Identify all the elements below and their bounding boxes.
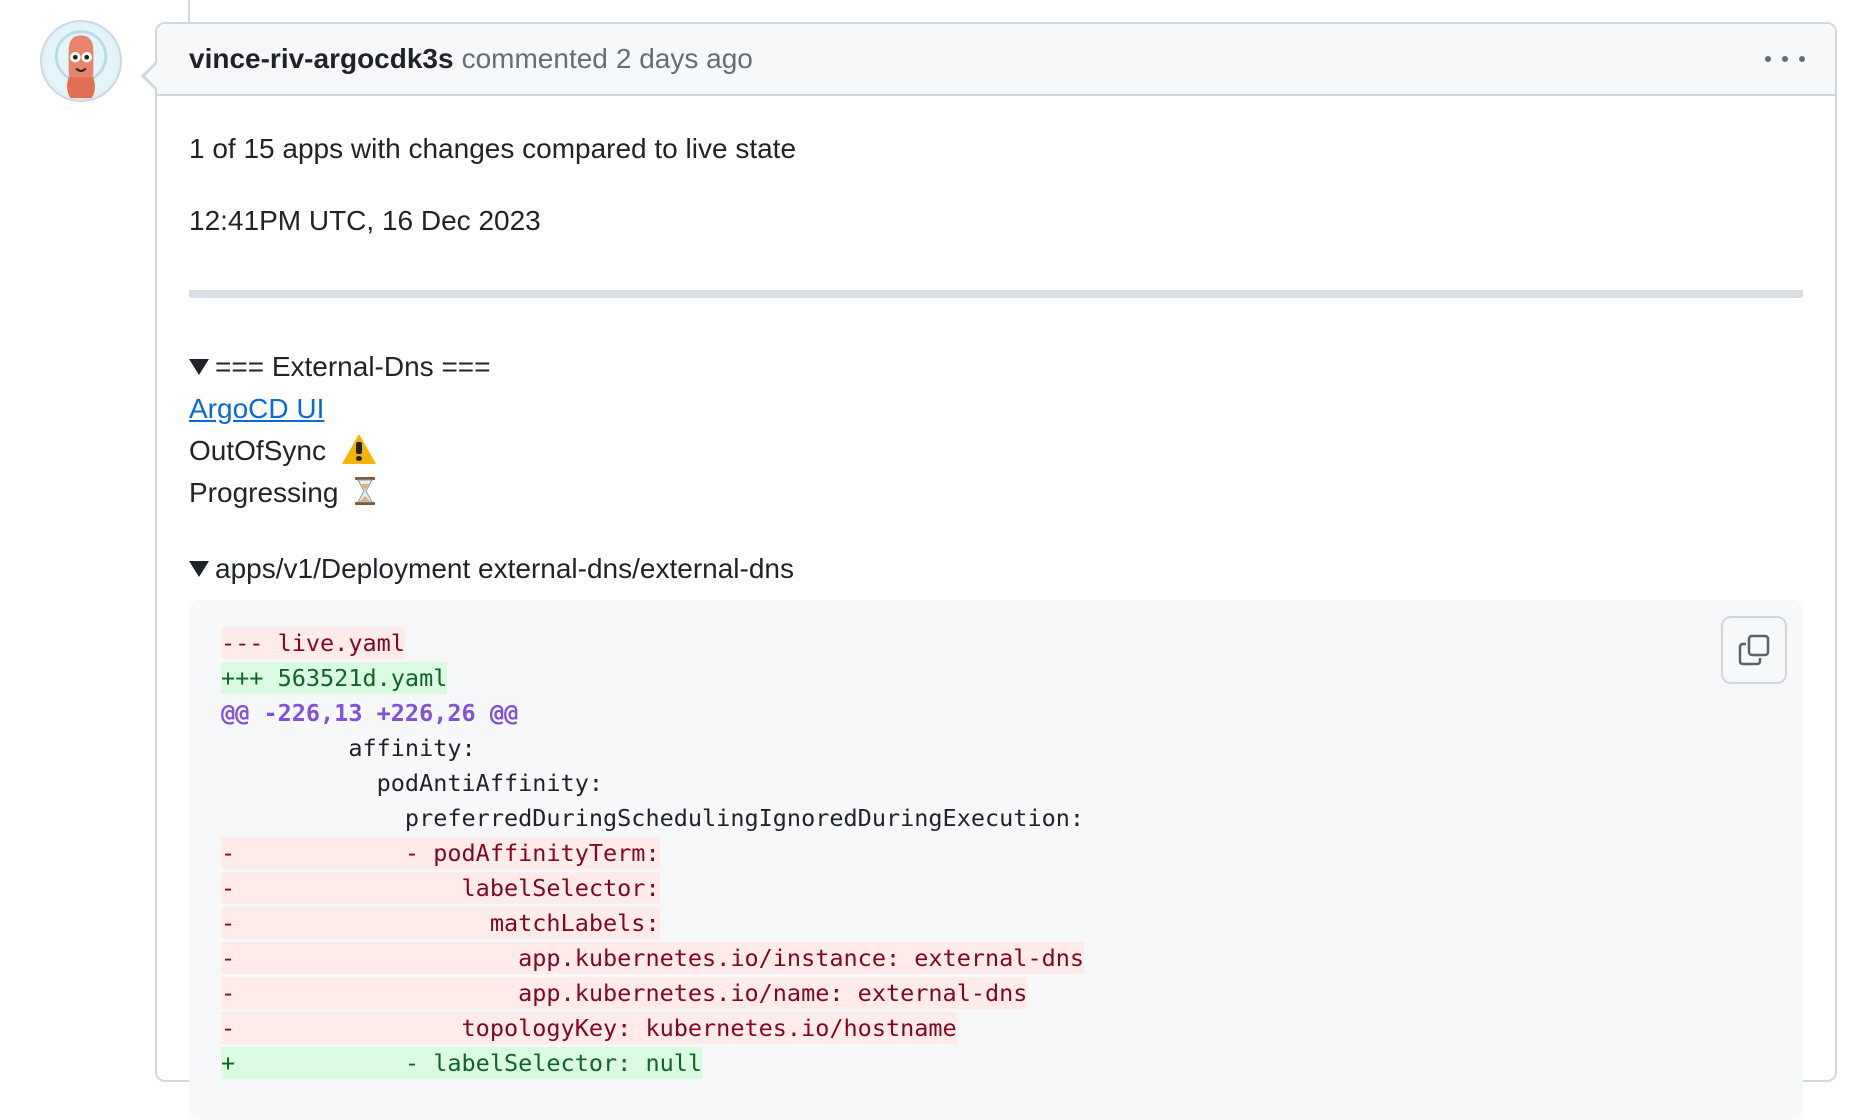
diff-line-text: preferredDuringSchedulingIgnoredDuringEx… xyxy=(221,804,1085,832)
diff-line-ctx: affinity: xyxy=(221,731,1771,766)
comment-time[interactable]: 2 days ago xyxy=(616,43,753,74)
sync-status: OutOfSync xyxy=(189,435,326,466)
diff-line-del: - app.kubernetes.io/name: external-dns xyxy=(221,976,1771,1011)
diff-line-text: - app.kubernetes.io/instance: external-d… xyxy=(221,942,1085,974)
app-details-toggle[interactable]: === External-Dns === xyxy=(189,346,1803,388)
comment-author[interactable]: vince-riv-argocdk3s xyxy=(189,43,454,75)
comment-header: vince-riv-argocdk3s commented 2 days ago xyxy=(157,24,1835,96)
diff-line-del: - - podAffinityTerm: xyxy=(221,836,1771,871)
resource-section-title: apps/v1/Deployment external-dns/external… xyxy=(215,553,794,584)
comment-card: vince-riv-argocdk3s commented 2 days ago … xyxy=(141,22,1837,1120)
diff-line-del: --- live.yaml xyxy=(221,626,1771,661)
diff-line-text: - - podAffinityTerm: xyxy=(221,837,660,869)
diff-line-del: - labelSelector: xyxy=(221,871,1771,906)
diff-line-text: + - labelSelector: null xyxy=(221,1047,703,1079)
diff-line-text: --- live.yaml xyxy=(221,627,405,659)
comment-body: 1 of 15 apps with changes compared to li… xyxy=(157,96,1835,1120)
avatar[interactable] xyxy=(40,20,122,102)
comment-meta: commented 2 days ago xyxy=(462,43,761,75)
diff-line-hunk: @@ -226,13 +226,26 @@ xyxy=(221,696,1771,731)
health-status: Progressing xyxy=(189,477,339,508)
changes-summary: 1 of 15 apps with changes compared to li… xyxy=(189,133,797,164)
argocd-ui-link[interactable]: ArgoCD UI xyxy=(189,393,324,424)
triangle-down-icon xyxy=(189,561,209,577)
diff-line-text: - topologyKey: kubernetes.io/hostname xyxy=(221,1012,957,1044)
resource-details-toggle[interactable]: apps/v1/Deployment external-dns/external… xyxy=(189,548,1803,590)
diff-line-del: - topologyKey: kubernetes.io/hostname xyxy=(221,1011,1771,1046)
diff-line-text: - app.kubernetes.io/name: external-dns xyxy=(221,977,1028,1009)
warning-emoji-icon xyxy=(341,434,376,464)
diff-line-ctx: podAntiAffinity: xyxy=(221,766,1771,801)
diff-lines: --- live.yaml +++ 563521d.yaml @@ -226,13 … xyxy=(221,626,1771,1081)
diff-line-add: +++ 563521d.yaml xyxy=(221,661,1771,696)
copy-icon xyxy=(1738,634,1770,666)
timeline-connector xyxy=(188,0,190,22)
diff-line-ctx: preferredDuringSchedulingIgnoredDuringEx… xyxy=(221,801,1771,836)
kebab-horizontal-icon[interactable] xyxy=(1765,44,1805,74)
diff-line-text: - matchLabels: xyxy=(221,907,660,939)
diff-line-text: +++ 563521d.yaml xyxy=(221,662,448,694)
app-section-title: === External-Dns === xyxy=(215,351,491,382)
diff-line-del: - app.kubernetes.io/instance: external-d… xyxy=(221,941,1771,976)
argo-octopus-avatar-icon xyxy=(44,24,118,99)
comment-action: commented xyxy=(461,43,608,74)
diff-code-block: --- live.yaml +++ 563521d.yaml @@ -226,13 … xyxy=(189,600,1803,1120)
diff-line-del: - matchLabels: xyxy=(221,906,1771,941)
copy-button[interactable] xyxy=(1721,616,1787,684)
diff-line-text: podAntiAffinity: xyxy=(221,769,604,797)
diff-line-add: + - labelSelector: null xyxy=(221,1046,1771,1081)
hourglass-emoji-icon xyxy=(355,477,376,505)
triangle-down-icon xyxy=(189,359,209,375)
comment-timestamp: 12:41PM UTC, 16 Dec 2023 xyxy=(189,205,541,236)
divider xyxy=(189,290,1803,298)
diff-line-text: - labelSelector: xyxy=(221,872,660,904)
diff-line-text: affinity: xyxy=(221,734,476,762)
diff-line-text: @@ -226,13 +226,26 @@ xyxy=(221,699,519,727)
